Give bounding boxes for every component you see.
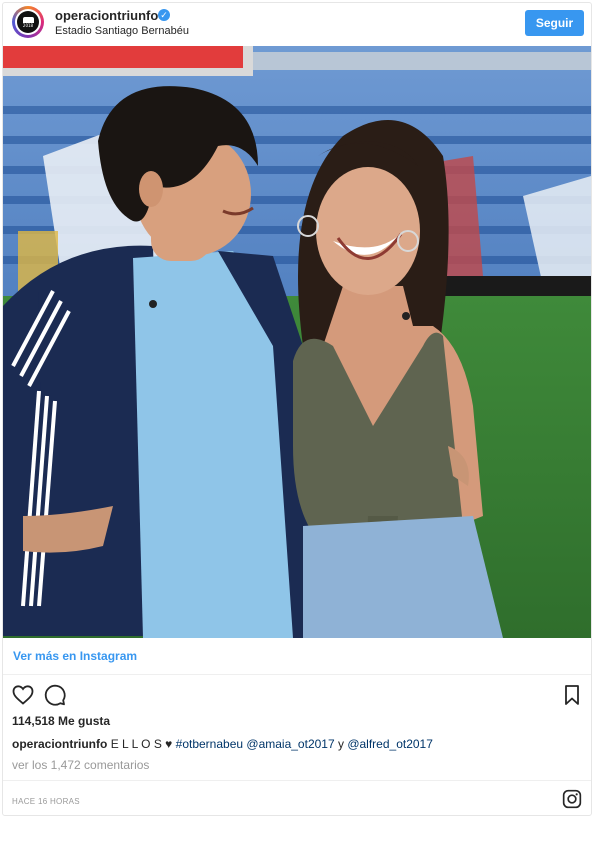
verified-badge-icon: ✓: [158, 9, 170, 21]
view-comments-link[interactable]: ver los 1,472 comentarios: [12, 758, 149, 772]
mention-link-alfred[interactable]: @alfred_ot2017: [347, 737, 433, 751]
post-photo[interactable]: [3, 46, 591, 638]
divider: [3, 780, 591, 781]
mention-link-amaia[interactable]: @amaia_ot2017: [246, 737, 334, 751]
divider: [3, 674, 591, 675]
instagram-embed-card: 2018 operaciontriunfo ✓ Estadio Santiago…: [2, 2, 592, 816]
photo-illustration: [3, 46, 591, 638]
caption-username[interactable]: operaciontriunfo: [12, 737, 107, 751]
comment-bubble-icon[interactable]: [43, 683, 67, 707]
hashtag-link[interactable]: #otbernabeu: [176, 737, 243, 751]
post-caption: operaciontriunfo E L L O S ♥ #otbernabeu…: [12, 737, 433, 751]
follow-button[interactable]: Seguir: [525, 10, 584, 36]
post-timestamp[interactable]: HACE 16 HORAS: [12, 797, 80, 806]
ot-logo: 2018: [17, 11, 39, 33]
view-more-link[interactable]: Ver más en Instagram: [13, 649, 137, 663]
avatar[interactable]: 2018: [12, 6, 44, 38]
caption-conjunction: y: [337, 737, 344, 751]
caption-text: E L L O S: [110, 737, 162, 751]
username[interactable]: operaciontriunfo: [55, 8, 158, 23]
location-link[interactable]: Estadio Santiago Bernabéu: [55, 25, 189, 37]
heart-emoji-icon: ♥: [165, 737, 173, 751]
instagram-logo-icon[interactable]: [562, 789, 582, 809]
bookmark-icon[interactable]: [560, 683, 584, 707]
heart-icon[interactable]: [11, 683, 35, 707]
likes-count[interactable]: 114,518 Me gusta: [12, 714, 110, 728]
post-header: 2018 operaciontriunfo ✓ Estadio Santiago…: [3, 3, 591, 46]
